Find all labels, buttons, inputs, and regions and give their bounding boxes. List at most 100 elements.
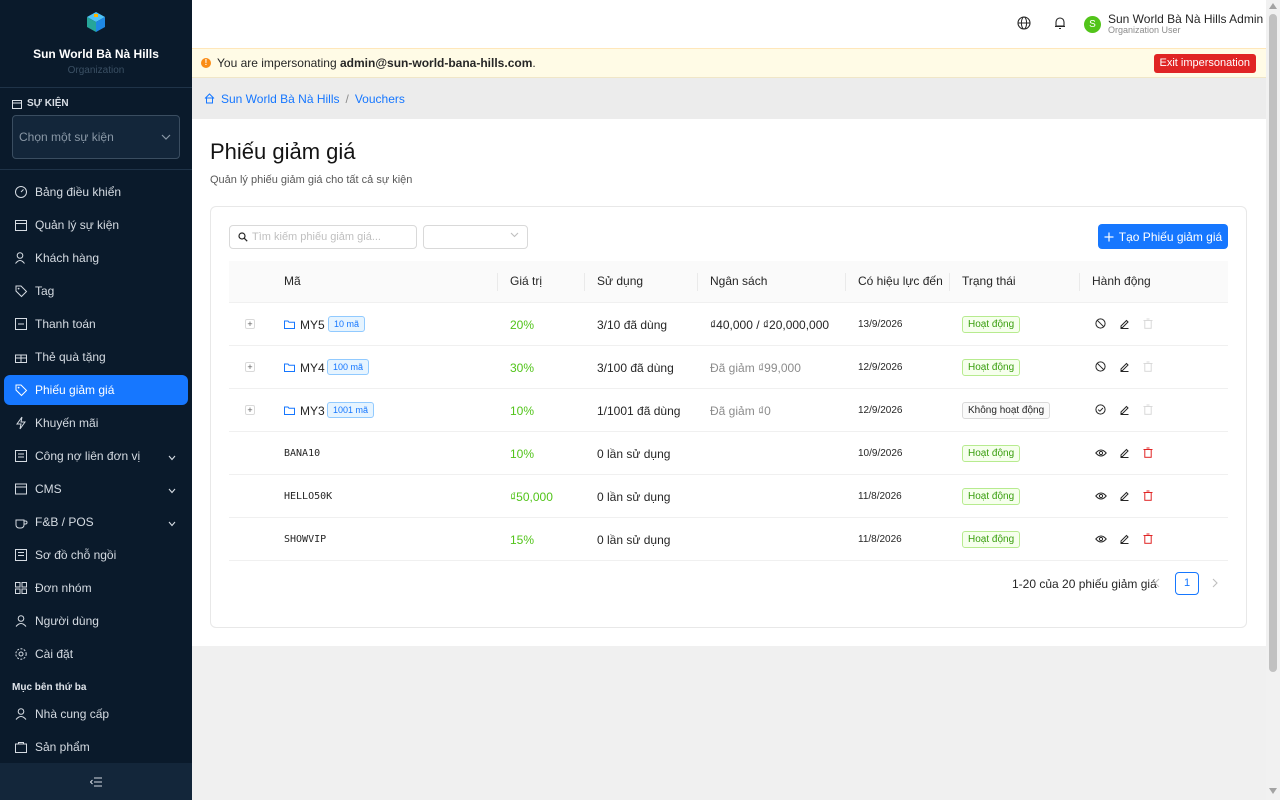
scroll-down-icon[interactable]	[1269, 788, 1277, 794]
voucher-code[interactable]: SHOWVIP	[284, 534, 326, 545]
voucher-code[interactable]: BANA10	[284, 448, 320, 459]
pagination: 1-20 của 20 phiếu giảm giá 1	[1012, 572, 1218, 596]
seat-map-icon	[14, 548, 28, 562]
edit-icon[interactable]	[1119, 490, 1130, 504]
page-number-button[interactable]: 1	[1175, 572, 1199, 595]
delete-icon[interactable]	[1143, 533, 1153, 547]
logo-cube-icon	[87, 12, 105, 32]
sidebar-item-label: Nhà cung cấp	[35, 707, 110, 721]
deactivate-icon[interactable]	[1095, 318, 1106, 332]
voucher-code[interactable]: HELLO50K	[284, 491, 332, 502]
edit-icon[interactable]	[1119, 533, 1130, 547]
voucher-usage: 0 lần sử dụng	[597, 533, 671, 547]
activate-icon[interactable]	[1095, 404, 1106, 418]
chevron-down-icon	[168, 450, 176, 464]
sidebar-item-voucher[interactable]: Phiếu giảm giá	[4, 375, 188, 405]
delete-icon	[1143, 404, 1153, 418]
status-badge: Hoạt động	[962, 316, 1021, 333]
sidebar-item-group-order[interactable]: Đơn nhóm	[4, 573, 188, 603]
delete-icon[interactable]	[1143, 447, 1153, 461]
filter-select[interactable]	[423, 225, 528, 249]
sidebar-item-ledger[interactable]: Công nợ liên đơn vị	[4, 441, 188, 471]
sidebar-item-supplier[interactable]: Nhà cung cấp	[4, 699, 188, 729]
voucher-valid-until: 12/9/2026	[858, 405, 903, 416]
scrollbar[interactable]	[1266, 0, 1280, 800]
sidebar-nav: Bảng điều khiển Quản lý sự kiện Khách hàng…	[0, 170, 192, 669]
globe-icon[interactable]	[1017, 16, 1031, 30]
sidebar-item-label: Phiếu giảm giá	[35, 383, 115, 397]
table-row: + MY3 1001 mã 10% 1/1001 đã dùng Đã giảm ₫0 12…	[229, 389, 1228, 432]
sidebar-item-settings[interactable]: Cài đặt	[4, 639, 188, 669]
scroll-up-icon[interactable]	[1269, 3, 1277, 9]
sidebar-item-bolt[interactable]: Khuyến mãi	[4, 408, 188, 438]
vouchers-table: Mã Giá trị Sử dụng Ngân sách Có hiệu lực…	[229, 261, 1228, 561]
sidebar-item-label: Người dùng	[35, 614, 99, 628]
sidebar-item-coffee[interactable]: F&B / POS	[4, 507, 188, 537]
bell-icon[interactable]	[1054, 16, 1066, 30]
column-header-budget[interactable]: Ngân sách	[710, 274, 767, 288]
exit-impersonation-button[interactable]: Exit impersonation	[1153, 54, 1256, 73]
column-header-value[interactable]: Giá trị	[510, 274, 542, 288]
sidebar-item-user[interactable]: Khách hàng	[4, 243, 188, 273]
voucher-valid-until: 12/9/2026	[858, 362, 903, 373]
edit-icon[interactable]	[1119, 404, 1130, 418]
sidebar-item-seat-map[interactable]: Sơ đồ chỗ ngồi	[4, 540, 188, 570]
expand-row-button[interactable]: +	[245, 319, 255, 329]
voucher-code[interactable]: MY4	[300, 361, 325, 375]
voucher-value: 20%	[510, 318, 535, 332]
avatar[interactable]: S	[1084, 16, 1101, 33]
sidebar-item-gift[interactable]: Thẻ quà tặng	[4, 342, 188, 372]
delete-icon	[1143, 318, 1153, 332]
deactivate-icon[interactable]	[1095, 361, 1106, 375]
event-label: SỰ KIỆN	[12, 98, 180, 109]
column-divider	[949, 273, 950, 291]
expand-row-button[interactable]: +	[245, 362, 255, 372]
scrollbar-thumb[interactable]	[1269, 14, 1277, 672]
coffee-icon	[14, 515, 28, 529]
view-icon[interactable]	[1095, 533, 1107, 547]
sidebar-item-dashboard[interactable]: Bảng điều khiển	[4, 177, 188, 207]
breadcrumb-current[interactable]: Vouchers	[355, 92, 405, 106]
edit-icon[interactable]	[1119, 318, 1130, 332]
chevron-right-icon[interactable]	[1212, 578, 1218, 588]
column-header-usage[interactable]: Sử dụng	[597, 274, 643, 288]
expand-row-button[interactable]: +	[245, 405, 255, 415]
chevron-left-icon[interactable]	[1154, 578, 1160, 588]
collapse-sidebar-button[interactable]	[0, 763, 192, 800]
event-section: SỰ KIỆN Chọn một sự kiện	[0, 88, 192, 170]
column-header-code[interactable]: Mã	[284, 274, 301, 288]
folder-icon	[284, 318, 295, 332]
create-voucher-button[interactable]: Tạo Phiếu giảm giá	[1098, 224, 1228, 249]
breadcrumb-home[interactable]: Sun World Bà Nà Hills	[221, 92, 340, 106]
column-header-status[interactable]: Trạng thái	[962, 274, 1016, 288]
voucher-usage: 1/1001 đã dùng	[597, 404, 681, 418]
sidebar-item-label: Quản lý sự kiện	[35, 218, 120, 232]
sidebar-item-product[interactable]: Sản phẩm	[4, 732, 188, 762]
tag-icon	[14, 284, 28, 298]
settings-icon	[14, 647, 28, 661]
sidebar-item-users[interactable]: Người dùng	[4, 606, 188, 636]
voucher-code[interactable]: MY3	[300, 404, 325, 418]
user-name[interactable]: Sun World Bà Nà Hills Admin	[1108, 12, 1263, 26]
users-icon	[14, 614, 28, 628]
voucher-code[interactable]: MY5	[300, 318, 325, 332]
search-input[interactable]: Tìm kiếm phiếu giảm giá...	[229, 225, 417, 249]
folder-icon	[284, 404, 295, 418]
sidebar-item-calendar[interactable]: Quản lý sự kiện	[4, 210, 188, 240]
voucher-value: ₫50,000	[510, 490, 553, 504]
topbar: S Sun World Bà Nà Hills Admin Organizati…	[192, 0, 1266, 48]
sidebar-item-tag[interactable]: Tag	[4, 276, 188, 306]
sidebar-item-payment[interactable]: Thanh toán	[4, 309, 188, 339]
table-header: Mã Giá trị Sử dụng Ngân sách Có hiệu lực…	[229, 261, 1228, 303]
view-icon[interactable]	[1095, 447, 1107, 461]
edit-icon[interactable]	[1119, 361, 1130, 375]
sidebar-item-label: Cài đặt	[35, 647, 74, 661]
column-header-valid-until[interactable]: Có hiệu lực đến	[858, 274, 943, 288]
sidebar-item-cms[interactable]: CMS	[4, 474, 188, 504]
edit-icon[interactable]	[1119, 447, 1130, 461]
event-select[interactable]: Chọn một sự kiện	[12, 115, 180, 159]
code-count-badge: 1001 mã	[327, 402, 375, 418]
status-badge: Không hoạt động	[962, 402, 1051, 419]
view-icon[interactable]	[1095, 490, 1107, 504]
delete-icon[interactable]	[1143, 490, 1153, 504]
